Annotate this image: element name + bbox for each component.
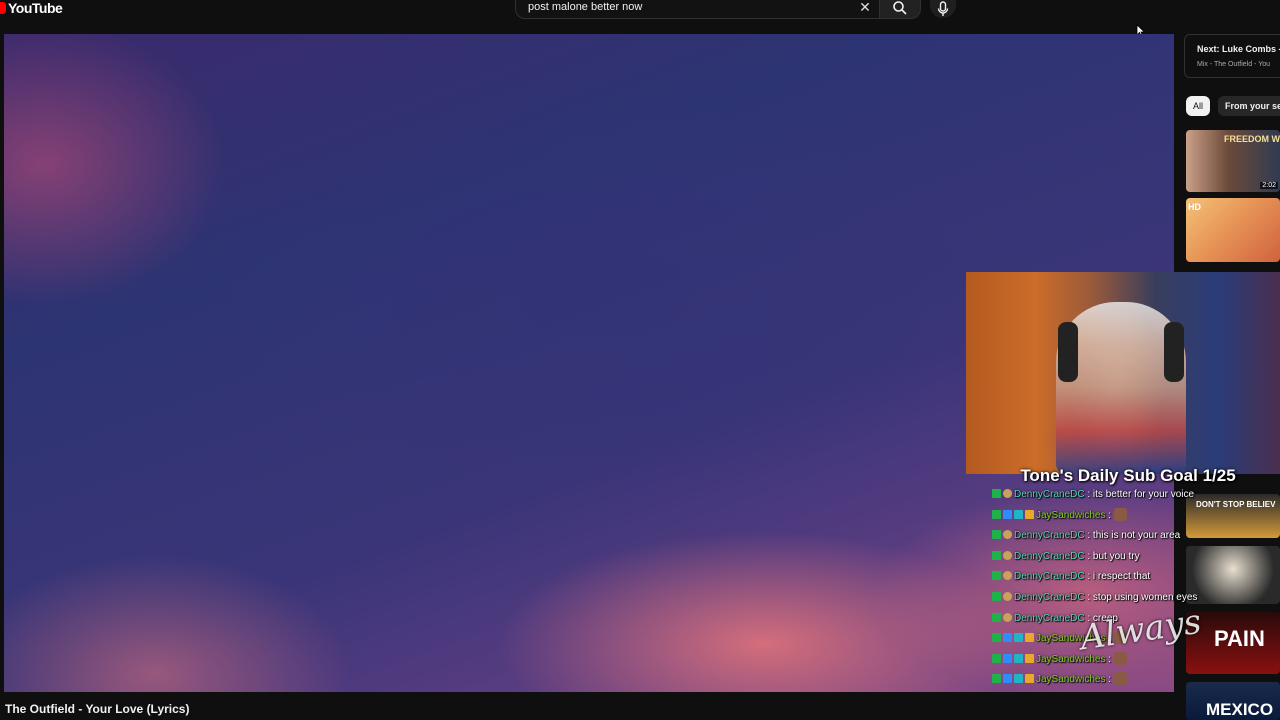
voice-search-button[interactable] [930, 0, 956, 18]
up-next-subtitle: Mix - The Outfield - You [1197, 61, 1271, 68]
chat-badge-icon [992, 571, 1001, 581]
chat-text: : [1105, 509, 1112, 521]
chat-username: JaySandwiches [1036, 674, 1106, 686]
chat-emote-icon [1114, 672, 1128, 686]
chat-badge-icon [1003, 509, 1012, 519]
chat-badge-icon [1014, 633, 1023, 643]
youtube-logo-icon [0, 2, 6, 14]
thumbnail-label: HD [1188, 202, 1201, 212]
chat-badge-icon [1003, 633, 1012, 643]
chat-message: DennyCraneDC : its better for your voice [992, 486, 1280, 507]
chat-text: : [1105, 653, 1112, 665]
chat-message: DennyCraneDC : this is not your area [992, 527, 1280, 548]
chat-badge-icon [1003, 571, 1012, 581]
chat-message: JaySandwiches : [992, 507, 1280, 528]
chat-text: : stop using women eyes [1084, 591, 1198, 603]
chat-badge-icon [992, 530, 1001, 540]
chat-badge-icon [1014, 509, 1023, 519]
chat-badge-icon [992, 633, 1001, 643]
sub-goal-text: Tone's Daily Sub Goal 1/25 [1020, 466, 1236, 485]
chat-message: JaySandwiches : [992, 651, 1280, 672]
chat-badge-icon [992, 489, 1001, 498]
chat-message: DennyCraneDC : but you try [992, 548, 1280, 569]
chat-username: DennyCraneDC [1014, 571, 1085, 583]
chat-badge-icon [1025, 674, 1034, 684]
chat-badge-icon [1014, 674, 1023, 684]
up-next-title: Next: Luke Combs - [1197, 44, 1280, 54]
chat-badge-icon [992, 509, 1001, 519]
chat-text: : this is not your area [1084, 530, 1181, 542]
video-title: The Outfield - Your Love (Lyrics) [5, 702, 190, 716]
chat-badge-icon [1003, 612, 1012, 622]
chat-badge-icon [992, 674, 1001, 684]
thumbnail-duration: 2:02 [1260, 182, 1278, 189]
microphone-icon [937, 1, 949, 16]
search-button[interactable] [879, 0, 921, 19]
chat-badge-icon [1003, 653, 1012, 663]
youtube-logo[interactable]: YouTube [0, 0, 63, 16]
chat-username: DennyCraneDC [1014, 612, 1085, 624]
headset-icon [1164, 322, 1184, 382]
chat-badge-icon [1025, 509, 1034, 519]
video-thumbnail[interactable]: HD [1186, 198, 1280, 262]
chat-overlay: DennyCraneDC : its better for your voice… [992, 486, 1280, 692]
chat-username: JaySandwiches [1036, 509, 1106, 521]
chat-text: : i respect that [1084, 571, 1151, 583]
chat-badge-icon [1003, 591, 1012, 601]
chip-from-your-search[interactable]: From your se [1218, 96, 1280, 116]
top-bar: YouTube post malone better now ✕ [0, 0, 1280, 32]
chat-message: DennyCraneDC : stop using women eyes [992, 589, 1280, 610]
headset-icon [1058, 322, 1078, 382]
chat-emote-icon [1114, 651, 1128, 665]
chat-badge-icon [1003, 530, 1012, 540]
close-icon[interactable]: ✕ [858, 0, 872, 14]
chat-emote-icon [1114, 507, 1128, 521]
chat-username: DennyCraneDC [1014, 489, 1085, 500]
thumbnail-label: MEXICO [1206, 700, 1274, 719]
chat-text: : its better for your voice [1084, 489, 1195, 500]
chip-all[interactable]: All [1186, 96, 1211, 116]
chat-badge-icon [1003, 550, 1012, 560]
up-next-card[interactable]: Next: Luke Combs - Mix - The Outfield - … [1184, 34, 1280, 78]
streamer-webcam [966, 272, 1280, 474]
chat-badge-icon [1025, 653, 1034, 663]
chat-username: DennyCraneDC [1014, 550, 1085, 562]
chat-text: : [1105, 674, 1112, 686]
chat-badge-icon [992, 653, 1001, 663]
chat-text: : but you try [1084, 550, 1140, 562]
search-icon [893, 1, 907, 15]
chat-badge-icon [992, 550, 1001, 560]
search-input[interactable]: post malone better now [528, 1, 642, 13]
chat-username: DennyCraneDC [1014, 591, 1085, 603]
chat-badge-icon [1003, 489, 1012, 498]
search-box[interactable]: post malone better now ✕ [515, 0, 881, 19]
video-thumbnail[interactable]: FREEDOM WRITE 2:02 [1186, 130, 1280, 192]
chat-username: DennyCraneDC [1014, 530, 1085, 542]
logo-text: YouTube [8, 0, 63, 16]
chat-badge-icon [1014, 653, 1023, 663]
chat-badge-icon [1003, 674, 1012, 684]
chat-message: JaySandwiches : [992, 671, 1280, 692]
chat-message: DennyCraneDC : i respect that [992, 568, 1280, 589]
thumbnail-label: FREEDOM WRITE [1224, 134, 1280, 144]
chat-badge-icon [992, 612, 1001, 622]
chat-badge-icon [1025, 633, 1034, 643]
chat-badge-icon [992, 591, 1001, 601]
